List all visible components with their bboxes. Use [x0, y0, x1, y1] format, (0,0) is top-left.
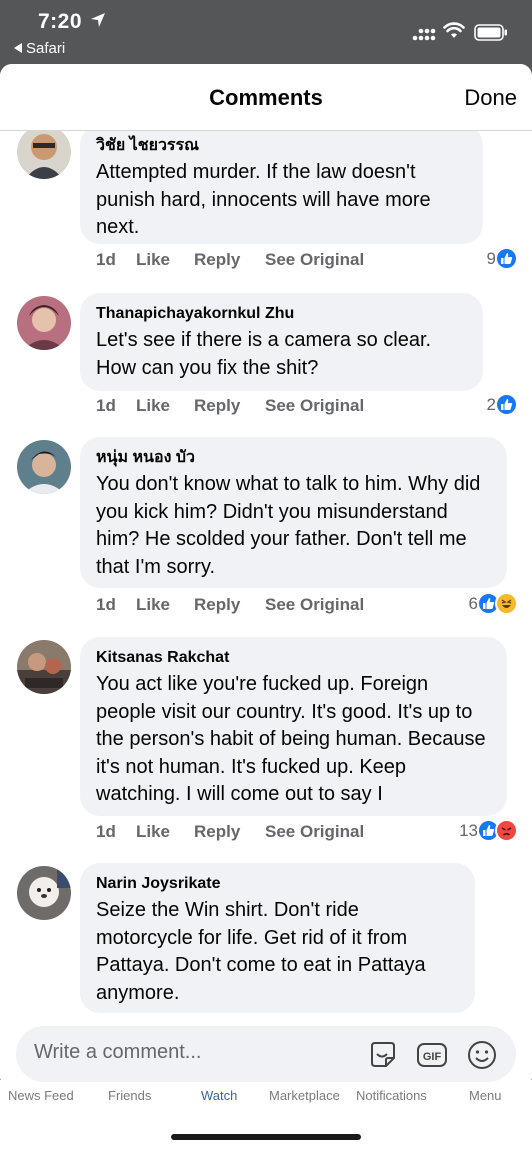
avatar-photo — [17, 866, 71, 920]
avatar[interactable] — [17, 640, 71, 694]
avatar[interactable] — [17, 296, 71, 350]
see-original-link[interactable]: See Original — [265, 396, 364, 416]
comment-author[interactable]: Narin Joysrikate — [96, 873, 459, 895]
tab-notifications[interactable]: Notifications — [356, 1088, 427, 1103]
back-label: Safari — [26, 40, 66, 57]
comment-bubble: Kitsanas Rakchat You act like you're fuc… — [80, 637, 507, 816]
battery-icon — [474, 24, 507, 41]
gif-icon[interactable]: GIF — [415, 1038, 449, 1072]
avatar-photo — [17, 440, 71, 494]
comment-input[interactable] — [34, 1041, 354, 1064]
bottom-tab-bar: News Feed Friends Watch Marketplace Noti… — [0, 1080, 532, 1152]
comment-text: You act like you're fucked up. Foreign p… — [96, 673, 486, 805]
haha-reaction-icon — [495, 592, 518, 615]
comment-time: 1d — [96, 822, 116, 841]
emoji-icon[interactable] — [465, 1038, 499, 1072]
comment-bubble: Narin Joysrikate Seize the Win shirt. Do… — [80, 863, 475, 1013]
reaction-summary[interactable]: 9 — [487, 247, 518, 270]
reply-link[interactable]: Reply — [194, 250, 240, 270]
comment-bubble: วิชัย ไชยวรรณ Attempted murder. If the l… — [80, 131, 483, 244]
comment-author[interactable]: Kitsanas Rakchat — [96, 647, 491, 669]
avatar-photo — [17, 296, 71, 350]
comment-composer: GIF — [0, 1016, 532, 1088]
tab-news-feed[interactable]: News Feed — [8, 1088, 74, 1103]
reply-link[interactable]: Reply — [194, 822, 240, 842]
like-link[interactable]: Like — [136, 822, 170, 842]
sticker-icon[interactable] — [366, 1038, 400, 1072]
like-reaction-icon — [495, 247, 518, 270]
angry-reaction-icon — [495, 819, 518, 842]
home-indicator[interactable] — [171, 1134, 361, 1140]
avatar[interactable] — [17, 866, 71, 920]
status-bar: 7:20 Safari — [0, 0, 532, 64]
cellular-signal-icon — [412, 28, 436, 41]
reaction-summary[interactable]: 13 — [459, 819, 518, 842]
comments-sheet: Comments Done วิชัย ไชยวรรณ Attempted mu… — [0, 64, 532, 1088]
sheet-title: Comments — [209, 85, 323, 110]
see-original-link[interactable]: See Original — [265, 595, 364, 615]
svg-text:GIF: GIF — [423, 1051, 442, 1063]
comment-author[interactable]: หนุ่ม หนอง บัว — [96, 447, 491, 469]
like-link[interactable]: Like — [136, 396, 170, 416]
back-triangle-icon — [14, 43, 22, 53]
tab-friends[interactable]: Friends — [108, 1088, 151, 1103]
comment-text: You don't know what to talk to him. Why … — [96, 473, 481, 578]
done-button[interactable]: Done — [464, 85, 517, 111]
composer-field[interactable]: GIF — [16, 1026, 516, 1082]
comment-bubble: หนุ่ม หนอง บัว You don't know what to ta… — [80, 437, 507, 588]
comment-text: Attempted murder. If the law doesn't pun… — [96, 161, 431, 238]
tab-menu[interactable]: Menu — [469, 1088, 502, 1103]
comment-time: 1d — [96, 250, 116, 269]
reply-link[interactable]: Reply — [194, 595, 240, 615]
avatar[interactable] — [17, 440, 71, 494]
avatar[interactable] — [17, 131, 71, 179]
comment-author[interactable]: วิชัย ไชยวรรณ — [96, 135, 467, 157]
comment-time: 1d — [96, 396, 116, 415]
tab-watch[interactable]: Watch — [201, 1088, 237, 1103]
avatar-photo — [17, 640, 71, 694]
reply-link[interactable]: Reply — [194, 396, 240, 416]
reaction-summary[interactable]: 2 — [487, 393, 518, 416]
comment-bubble: Thanapichayakornkul Zhu Let's see if the… — [80, 293, 483, 391]
status-time: 7:20 — [38, 10, 83, 33]
see-original-link[interactable]: See Original — [265, 822, 364, 842]
comment-author[interactable]: Thanapichayakornkul Zhu — [96, 303, 467, 325]
reaction-summary[interactable]: 6 — [469, 592, 518, 615]
location-arrow-icon — [91, 13, 105, 27]
back-to-safari-link[interactable]: Safari — [14, 40, 65, 57]
like-link[interactable]: Like — [136, 595, 170, 615]
tab-marketplace[interactable]: Marketplace — [269, 1088, 340, 1103]
reaction-count: 13 — [459, 820, 478, 840]
sheet-header: Comments Done — [0, 64, 532, 131]
avatar-photo — [17, 131, 71, 179]
comment-text: Seize the Win shirt. Don't ride motorcyc… — [96, 899, 426, 1004]
wifi-icon — [443, 22, 465, 38]
comment-text: Let's see if there is a camera so clear.… — [96, 329, 432, 379]
like-reaction-icon — [495, 393, 518, 416]
comments-list[interactable]: วิชัย ไชยวรรณ Attempted murder. If the l… — [0, 131, 532, 1016]
comment-time: 1d — [96, 595, 116, 614]
see-original-link[interactable]: See Original — [265, 250, 364, 270]
like-link[interactable]: Like — [136, 250, 170, 270]
